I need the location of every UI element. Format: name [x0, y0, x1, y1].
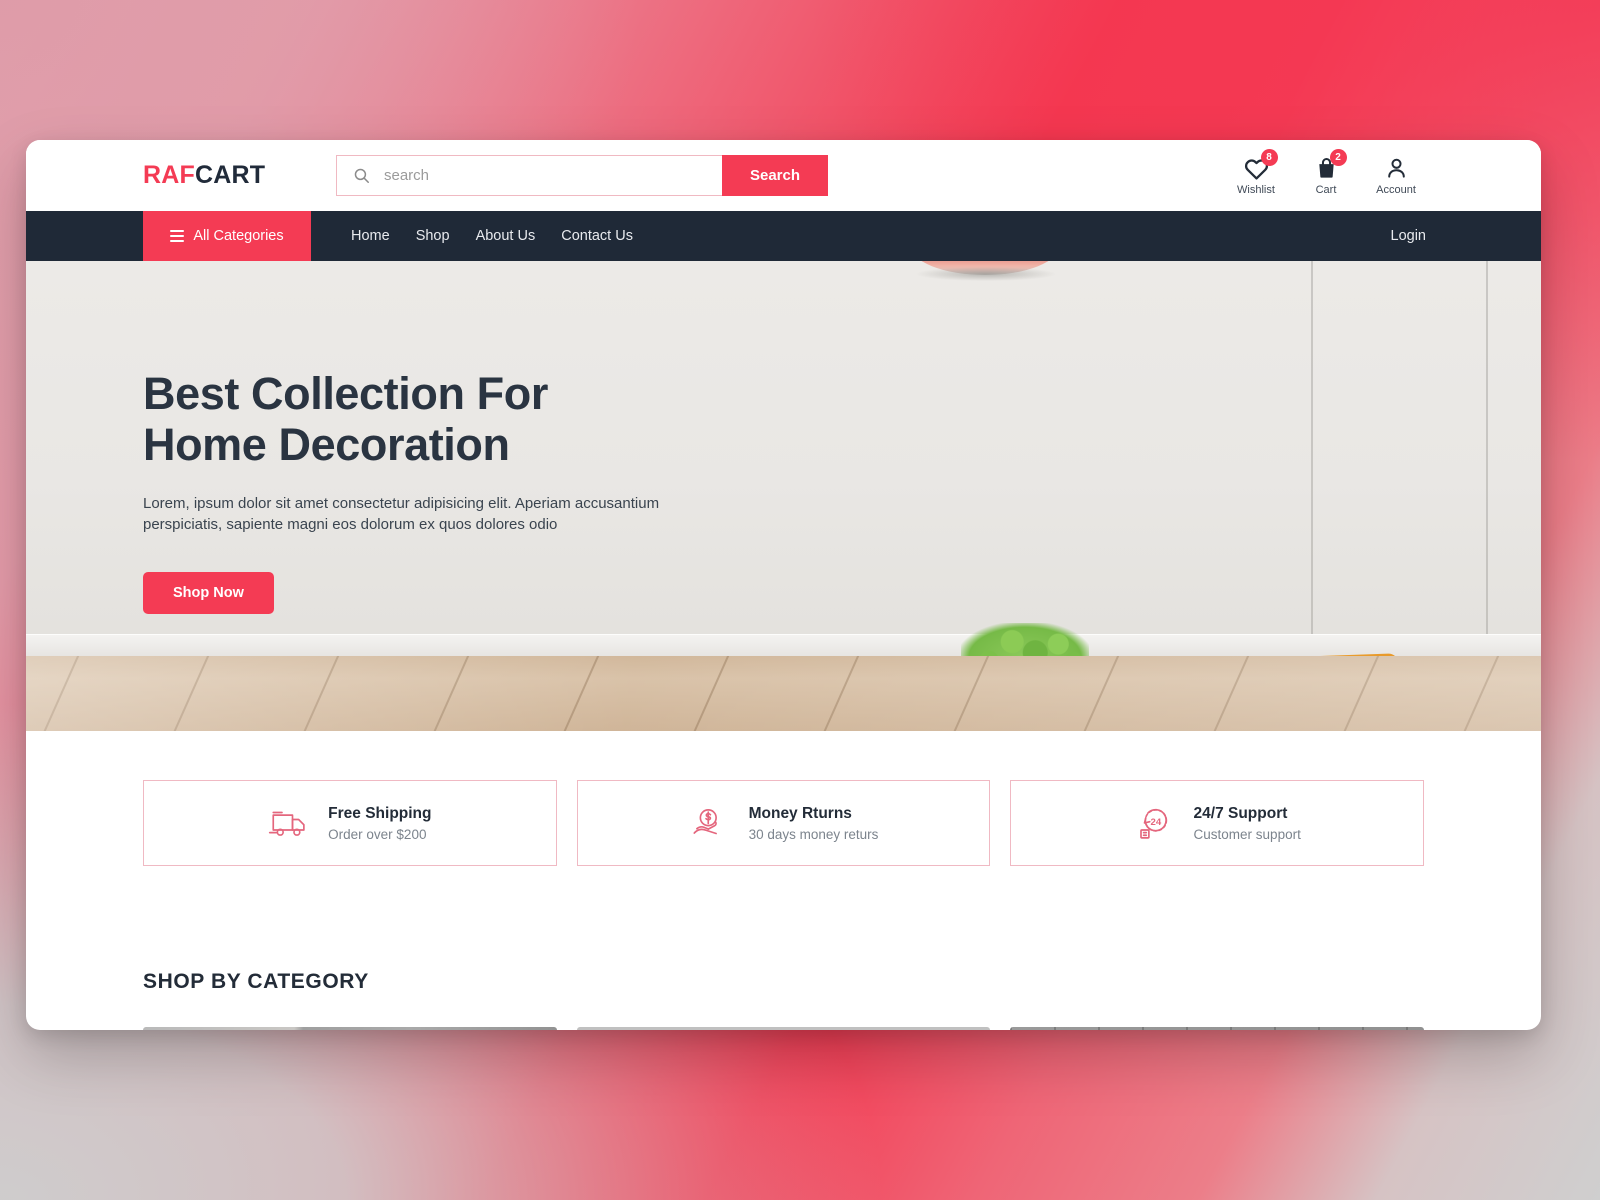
- section-title: SHOP BY CATEGORY: [143, 970, 369, 993]
- search-icon: [354, 168, 369, 183]
- feature-text: Money Rturns 30 days money returs: [749, 805, 879, 842]
- money-return-hand-icon: [693, 809, 717, 835]
- hero-content: Best Collection For Home Decoration Lore…: [143, 368, 763, 615]
- login-link[interactable]: Login: [1391, 228, 1426, 244]
- main-navbar: All Categories Home Shop About Us Contac…: [26, 211, 1541, 261]
- feature-subtitle: Order over $200: [328, 826, 427, 842]
- cart-badge: 2: [1329, 149, 1347, 166]
- nav-links: Home Shop About Us Contact Us: [311, 211, 633, 261]
- feature-title: Free Shipping: [328, 804, 432, 822]
- wishlist-action[interactable]: 8 Wishlist: [1233, 149, 1279, 196]
- nav-item-about-us[interactable]: About Us: [476, 228, 536, 244]
- logo-secondary: CART: [194, 161, 266, 189]
- nav-item-home[interactable]: Home: [351, 228, 390, 244]
- site-logo[interactable]: RAFCART: [26, 161, 336, 190]
- hamburger-icon: [170, 230, 185, 242]
- feature-title: Money Rturns: [748, 804, 852, 822]
- feature-card-free-shipping: Free Shipping Order over $200: [143, 780, 557, 866]
- shop-by-category-section: SHOP BY CATEGORY: [26, 866, 1541, 1030]
- wall-panel-line: [1311, 261, 1313, 661]
- cart-label: Cart: [1315, 184, 1337, 196]
- search-input[interactable]: [370, 156, 722, 195]
- all-categories-label: All Categories: [193, 228, 284, 244]
- wishlist-icon-wrap: 8: [1244, 149, 1278, 181]
- shop-now-button[interactable]: Shop Now: [143, 572, 274, 615]
- hero-title: Best Collection For Home Decoration: [143, 368, 763, 471]
- lamp-shadow: [916, 267, 1056, 281]
- wall-panel-line: [1486, 261, 1488, 661]
- feature-subtitle: 30 days money returs: [748, 826, 879, 842]
- header-actions: 8 Wishlist 2 Cart Account: [1233, 149, 1515, 196]
- feature-text: 24/7 Support Customer support: [1194, 805, 1301, 842]
- nav-login-wrap: Login: [1391, 211, 1541, 261]
- feature-cards: Free Shipping Order over $200 Money Rtur…: [26, 731, 1541, 866]
- category-card[interactable]: [576, 1027, 991, 1030]
- wishlist-label: Wishlist: [1237, 184, 1275, 196]
- account-icon-wrap: [1385, 155, 1408, 181]
- hero-title-line-1: Best Collection For: [143, 368, 548, 419]
- nav-item-shop[interactable]: Shop: [416, 228, 450, 244]
- category-card[interactable]: [1010, 1027, 1425, 1030]
- feature-text: Free Shipping Order over $200: [328, 805, 431, 842]
- feature-subtitle: Customer support: [1193, 826, 1301, 842]
- feature-title: 24/7 Support: [1193, 804, 1288, 822]
- feature-card-support: 24 24/7 Support Customer support: [1010, 780, 1425, 866]
- search-box[interactable]: [336, 155, 722, 196]
- site-header: RAFCART Search: [26, 140, 1541, 211]
- hero-subtitle: Lorem, ipsum dolor sit amet consectetur …: [143, 494, 660, 534]
- logo-primary: RAF: [143, 161, 195, 189]
- wood-floor: [26, 656, 1541, 731]
- all-categories-button[interactable]: All Categories: [143, 211, 311, 261]
- hero-title-line-2: Home Decoration: [143, 418, 510, 470]
- cart-action[interactable]: 2 Cart: [1303, 149, 1349, 196]
- wishlist-badge: 8: [1260, 149, 1278, 166]
- category-grid: [143, 1027, 1425, 1030]
- category-card[interactable]: [143, 1027, 557, 1030]
- nav-item-contact-us[interactable]: Contact Us: [561, 228, 633, 244]
- account-label: Account: [1376, 184, 1416, 196]
- delivery-truck-icon: [269, 811, 305, 836]
- account-action[interactable]: Account: [1373, 155, 1419, 196]
- support-24-icon: 24: [1139, 808, 1167, 839]
- desktop-backdrop: RAFCART Search: [0, 0, 1600, 1200]
- user-icon: [1387, 158, 1405, 178]
- search-button[interactable]: Search: [722, 155, 828, 196]
- search-bar: Search: [336, 155, 828, 196]
- baseboard: [26, 634, 1541, 656]
- svg-text:24: 24: [1150, 817, 1161, 828]
- browser-window: RAFCART Search: [26, 140, 1541, 1030]
- feature-card-money-returns: Money Rturns 30 days money returs: [576, 780, 991, 866]
- hero-banner: Best Collection For Home Decoration Lore…: [26, 261, 1541, 731]
- cart-icon-wrap: 2: [1315, 149, 1347, 181]
